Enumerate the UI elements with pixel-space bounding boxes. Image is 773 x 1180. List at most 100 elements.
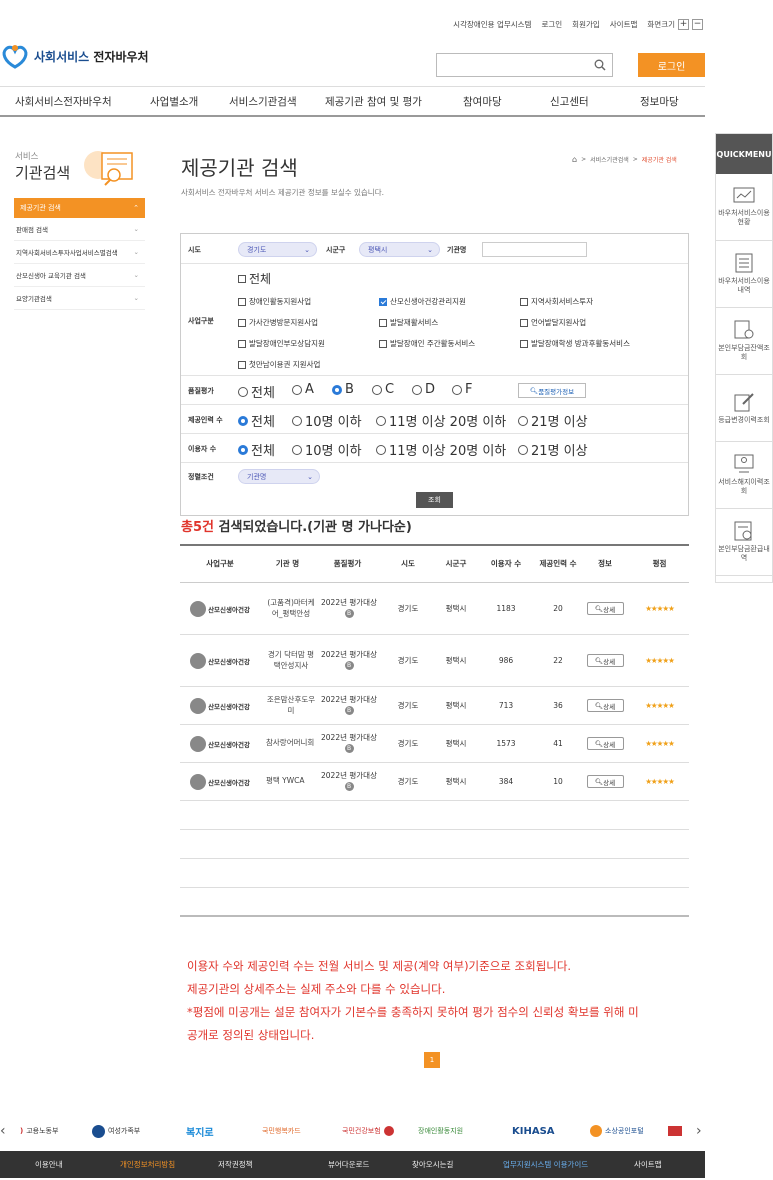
quick-item-usage-status[interactable]: 바우처서비스이용현황 [716,174,772,241]
radio-label: 10명 이하 [305,444,362,459]
empty-row [180,859,689,888]
detail-button[interactable]: 🔍︎ 상세 [586,737,624,750]
nav-item-org-search[interactable]: 서비스기관검색 [229,94,297,109]
quick-item-grade-history[interactable]: 등급변경이력조회 [716,375,772,442]
users-radio[interactable]: 11명 이상 20명 이하 [376,440,506,459]
sigungu-cell: 평택시 [445,701,467,710]
biz-checkbox[interactable]: 발달장애인 주간활동서비스 [379,338,475,349]
footer-link[interactable]: 이용안내 [35,1151,63,1178]
quick-item-refund[interactable]: 본인부담금환급내역 [716,509,772,576]
zoom-in-button[interactable]: + [678,19,689,30]
pagination-current[interactable]: 1 [424,1052,440,1068]
sidebar-item-care-search[interactable]: 요양기관검색 ⌄ [14,287,145,310]
quality-radio[interactable]: F [452,382,472,397]
site-search-input[interactable] [436,53,613,77]
partner-logo[interactable]: ) 고용노동부 [20,1126,58,1136]
detail-button[interactable]: 🔍︎ 상세 [586,602,624,615]
empty-row [180,888,689,917]
sort-select[interactable]: 기관명 ⌄ [238,469,320,484]
partner-logo[interactable]: 국민행복카드 [262,1126,301,1136]
search-icon[interactable] [594,59,606,71]
nav-item-report[interactable]: 신고센터 [550,94,589,109]
sigungu-label: 시군구 [326,246,346,254]
quality-radio[interactable]: B [332,382,354,397]
partner-logo[interactable]: 여성가족부 [92,1124,140,1138]
quick-item-termination[interactable]: 서비스해지이력조회 [716,442,772,509]
quick-item-balance[interactable]: 본인부담금잔액조회 [716,308,772,375]
org-name-input[interactable] [482,242,587,257]
chevron-left-icon[interactable]: ‹ [0,1123,6,1139]
org-name-label: 기관명 [447,246,467,254]
biz-checkbox[interactable]: 지역사회서비스투자 [520,296,593,307]
partner-logo[interactable]: 국민건강보험 [342,1126,394,1136]
nav-item-participation[interactable]: 참여마당 [463,94,502,109]
footer-link-privacy[interactable]: 개인정보처리방침 [120,1151,175,1178]
staff-radio[interactable]: 11명 이상 20명 이하 [376,411,506,430]
zoom-out-button[interactable]: − [692,19,703,30]
quality-info-button[interactable]: 🔍︎ 품질평가정보 [518,383,586,398]
nav-item-info[interactable]: 정보마당 [640,94,679,109]
detail-button[interactable]: 🔍︎ 상세 [586,775,624,788]
util-link-join[interactable]: 회원가입 [572,19,600,30]
detail-button[interactable]: 🔍︎ 상세 [586,699,624,712]
biz-all-checkbox[interactable]: 전체 [238,270,271,287]
filter-row-sort: 정렬조건 기관명 ⌄ [181,463,688,490]
sort-value: 기관명 [247,472,267,481]
org-name-cell: 경기 닥터맘 평택안성지사 [267,650,315,670]
search-submit-button[interactable]: 조회 [416,492,453,508]
sidebar-title: 서비스 기관검색 [15,150,70,183]
table-row: 산모신생아건강 경기 닥터맘 평택안성지사 2022년 평가대상 B 경기도 평택시 98… [180,635,689,687]
footer-link[interactable]: 저작권정책 [218,1151,253,1178]
util-link-blind[interactable]: 시각장애인용 업무시스템 [453,19,531,30]
staff-radio[interactable]: 21명 이상 [518,411,588,430]
biz-checkbox[interactable]: 장애인활동지원사업 [238,296,311,307]
table-header: 사업구분 기관 명 품질평가 시도 시군구 이용자 수 제공인력 수 정보 평점 [180,544,689,583]
util-link-sitemap[interactable]: 사이트맵 [610,19,638,30]
sidebar-item-store-search[interactable]: 판매점 검색 ⌄ [14,218,145,241]
partner-logo[interactable]: 복지로 [186,1124,214,1139]
nav-item-business[interactable]: 사업별소개 [150,94,198,109]
detail-button[interactable]: 🔍︎ 상세 [586,654,624,667]
partner-logo[interactable]: KIHASA [512,1126,555,1137]
quality-radio[interactable]: D [412,382,435,397]
site-logo[interactable]: 사회서비스 전자바우처 [0,43,149,69]
biz-checkbox[interactable]: 가사간병방문지원사업 [238,317,318,328]
chevron-right-icon[interactable]: › [696,1123,702,1139]
quality-radio[interactable]: A [292,382,314,397]
sido-select[interactable]: 경기도 ⌄ [238,242,317,257]
biz-checkbox[interactable]: 첫만남이용권 지원사업 [238,359,320,370]
biz-checkbox[interactable]: 발달재활서비스 [379,317,438,328]
sidebar-item-edu-search[interactable]: 산모신생아 교육기관 검색 ⌄ [14,264,145,287]
footer-link[interactable]: 사이트맵 [634,1151,662,1178]
partner-logo[interactable]: 소상공인포털 [590,1125,644,1137]
home-icon[interactable]: ⌂ [572,155,577,164]
users-radio[interactable]: 21명 이상 [518,440,588,459]
biz-checkbox[interactable]: 발달장애학생 방과후활동서비스 [520,338,630,349]
quality-radio[interactable]: C [372,382,394,397]
quick-item-usage-history[interactable]: 바우처서비스이용내역 [716,241,772,308]
breadcrumb-item[interactable]: 서비스기관검색 [590,155,629,164]
biz-checkbox[interactable]: 언어발달지원사업 [520,317,586,328]
nav-item-evaluation[interactable]: 제공기관 참여 및 평가 [325,94,422,109]
partner-logo-extra[interactable] [668,1126,682,1136]
util-link-login[interactable]: 로그인 [541,19,562,30]
login-button[interactable]: 로그인 [638,53,705,77]
users-radio[interactable]: 10명 이하 [292,440,362,459]
footer-link[interactable]: 뷰어다운로드 [328,1151,369,1178]
sidebar-item-regional-search[interactable]: 지역사회서비스투자사업서비스별검색 ⌄ [14,241,145,264]
nav-item-voucher[interactable]: 사회서비스전자바우처 [15,94,112,109]
list-icon [735,253,753,273]
eval-cell: 2022년 평가대상 B [318,725,380,762]
footer-link-guide[interactable]: 업무지원시스템 이용가이드 [503,1151,588,1178]
partner-logo[interactable]: 장애인활동지원 [418,1126,463,1136]
sidebar-item-provider-search[interactable]: 제공기관 검색 ⌃ [14,198,145,218]
quality-radio[interactable]: 전체 [238,382,275,401]
biz-checkbox[interactable]: 발달장애인부모상담지원 [238,338,325,349]
staff-radio[interactable]: 전체 [238,411,275,430]
sigungu-select[interactable]: 평택시 ⌄ [359,242,440,257]
users-radio[interactable]: 전체 [238,440,275,459]
footer-link[interactable]: 찾아오시는길 [412,1151,453,1178]
notice-text: 이용자 수와 제공인력 수는 전월 서비스 및 제공(계약 여부)기준으로 조회… [187,955,639,1047]
biz-checkbox[interactable]: 산모신생아건강관리지원 [379,296,466,307]
staff-radio[interactable]: 10명 이하 [292,411,362,430]
